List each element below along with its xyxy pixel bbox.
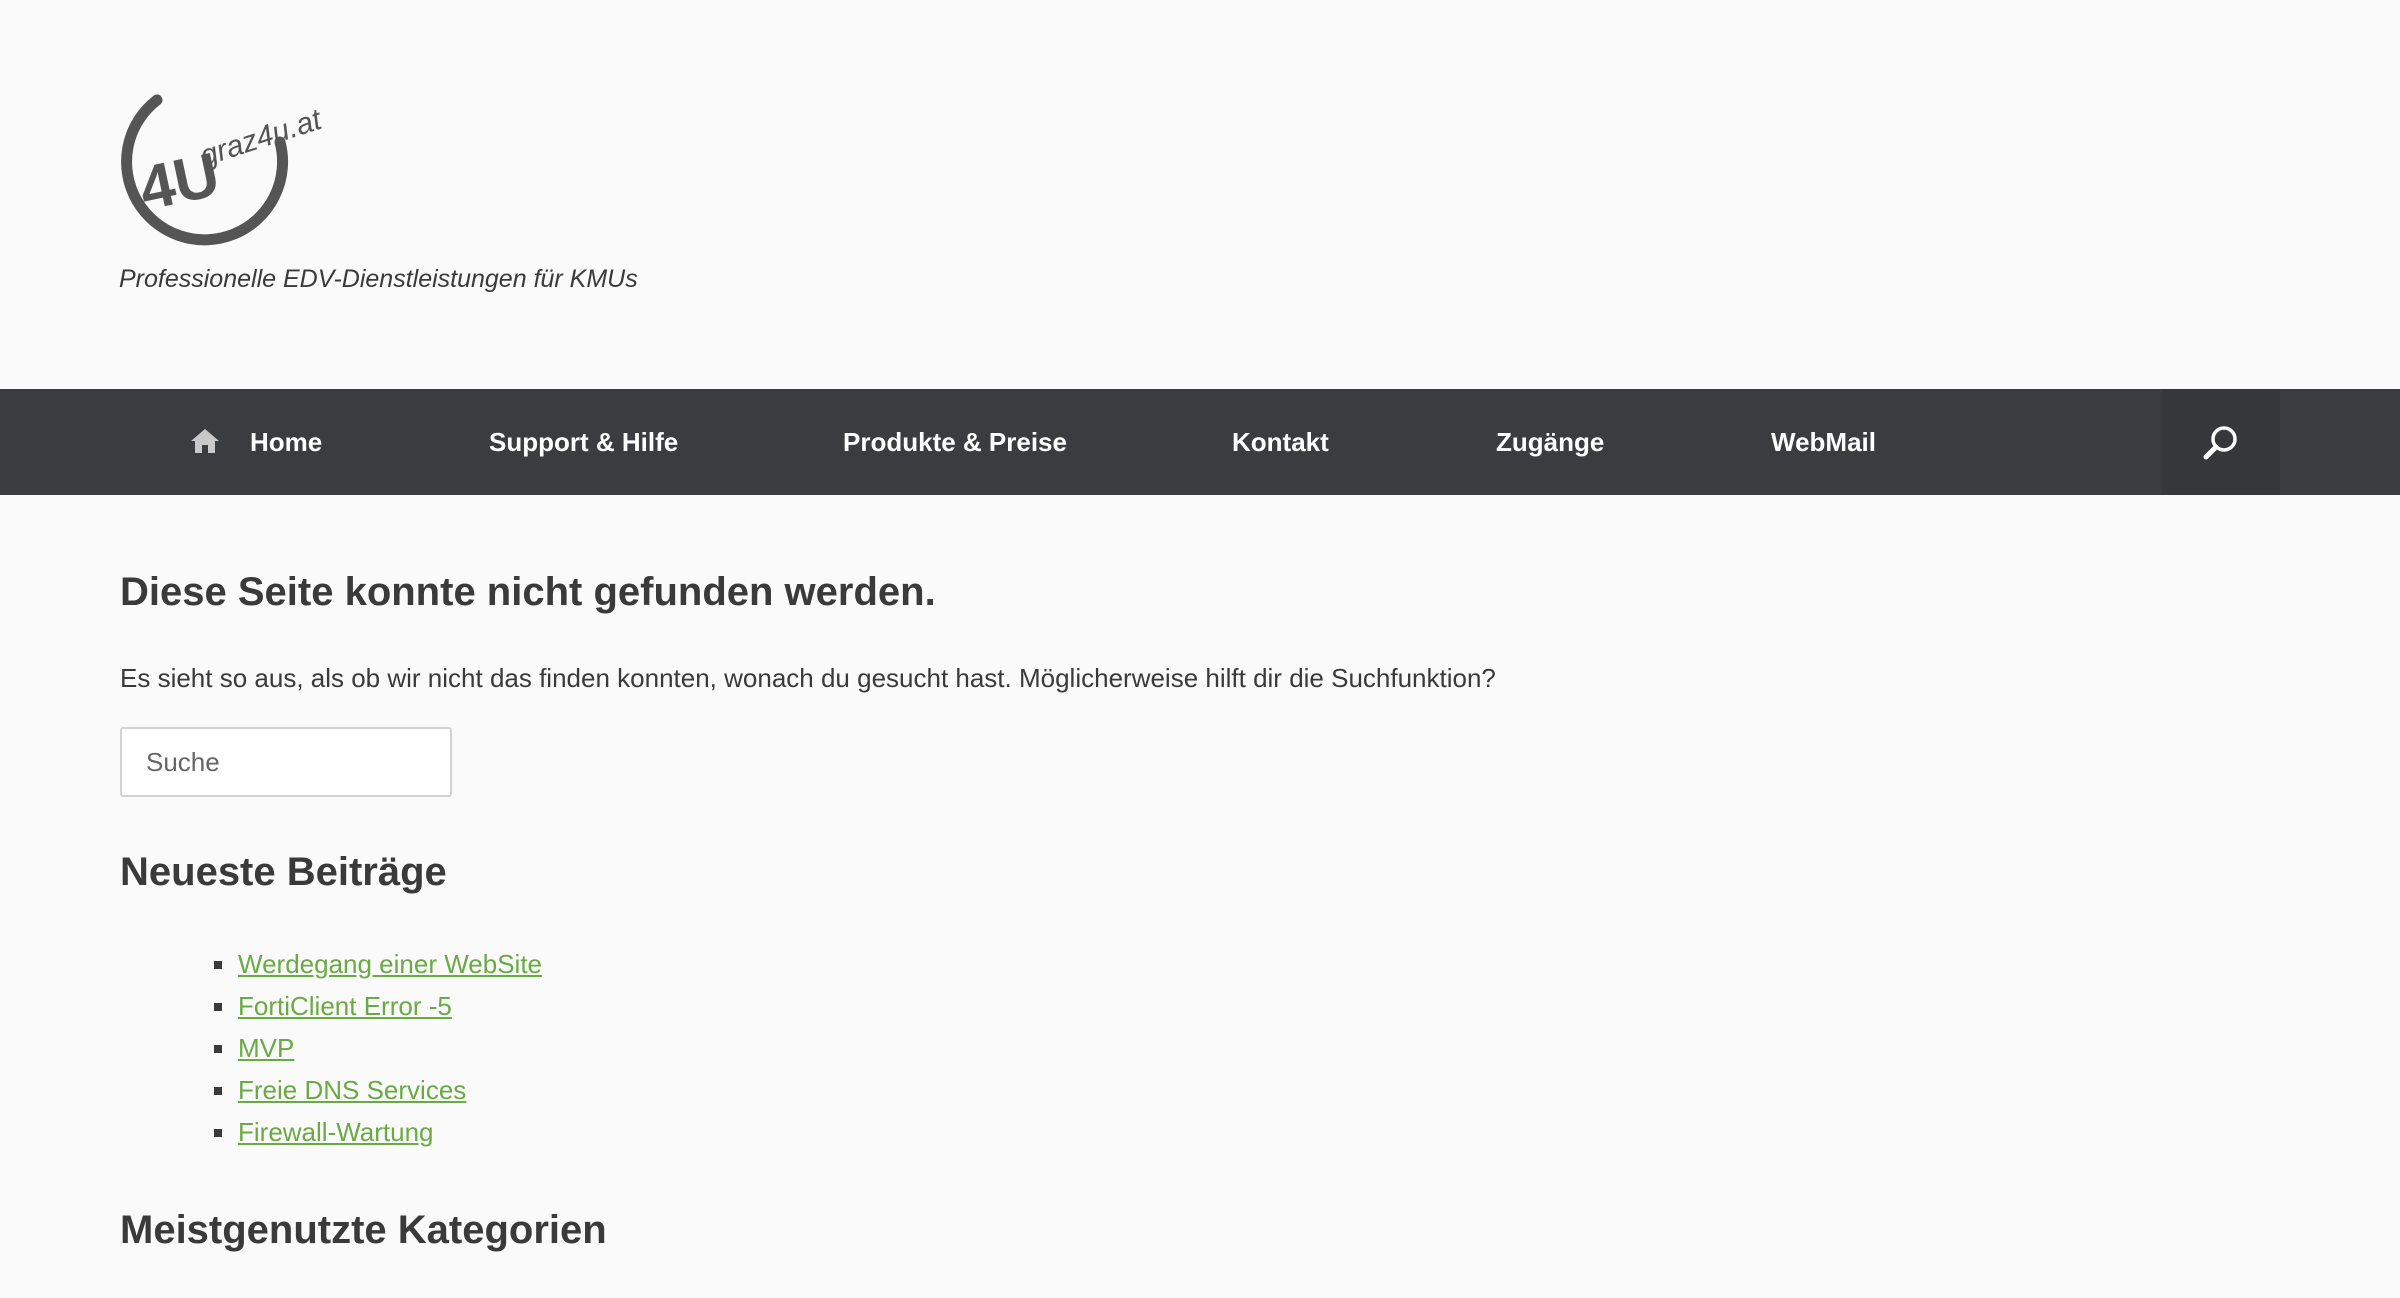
nav-item-home[interactable]: Home	[250, 389, 322, 495]
post-link-dns[interactable]: Freie DNS Services	[238, 1075, 466, 1105]
list-item: Firewall-Wartung	[214, 1111, 542, 1153]
list-item: Freie DNS Services	[214, 1069, 542, 1111]
list-item: Werdegang einer WebSite	[214, 943, 542, 985]
search-input[interactable]	[120, 727, 452, 797]
not-found-message: Es sieht so aus, als ob wir nicht das fi…	[120, 663, 1496, 693]
logo-text: graz4u.at	[196, 103, 327, 174]
site-tagline: Professionelle EDV-Dienstleistungen für …	[119, 265, 638, 293]
recent-posts-list: Werdegang einer WebSite FortiClient Erro…	[214, 943, 542, 1153]
search-icon	[2203, 426, 2237, 460]
nav-item-zugaenge[interactable]: Zugänge	[1496, 389, 1604, 495]
bullet	[214, 1129, 222, 1137]
post-link-firewall[interactable]: Firewall-Wartung	[238, 1117, 434, 1147]
recent-posts-heading: Neueste Beiträge	[120, 850, 447, 894]
list-item: MVP	[214, 1027, 542, 1069]
home-icon[interactable]	[190, 427, 220, 455]
main-navigation: Home Support & Hilfe Produkte & Preise K…	[0, 389, 2400, 495]
categories-heading: Meistgenutzte Kategorien	[120, 1208, 607, 1252]
nav-item-support[interactable]: Support & Hilfe	[489, 389, 678, 495]
list-item: FortiClient Error -5	[214, 985, 542, 1027]
nav-item-webmail[interactable]: WebMail	[1771, 389, 1876, 495]
bullet	[214, 961, 222, 969]
bullet	[214, 1087, 222, 1095]
post-link-werdegang[interactable]: Werdegang einer WebSite	[238, 949, 542, 979]
bullet	[214, 1003, 222, 1011]
page-title: Diese Seite konnte nicht gefunden werden…	[120, 570, 936, 614]
post-link-mvp[interactable]: MVP	[238, 1033, 294, 1063]
nav-search-button[interactable]	[2162, 389, 2280, 495]
post-link-forticlient[interactable]: FortiClient Error -5	[238, 991, 452, 1021]
site-header: 4U graz4u.at Professionelle EDV-Dienstle…	[0, 0, 2400, 389]
site-logo[interactable]: 4U graz4u.at	[112, 82, 342, 262]
nav-item-produkte[interactable]: Produkte & Preise	[843, 389, 1067, 495]
nav-item-kontakt[interactable]: Kontakt	[1232, 389, 1329, 495]
bullet	[214, 1045, 222, 1053]
